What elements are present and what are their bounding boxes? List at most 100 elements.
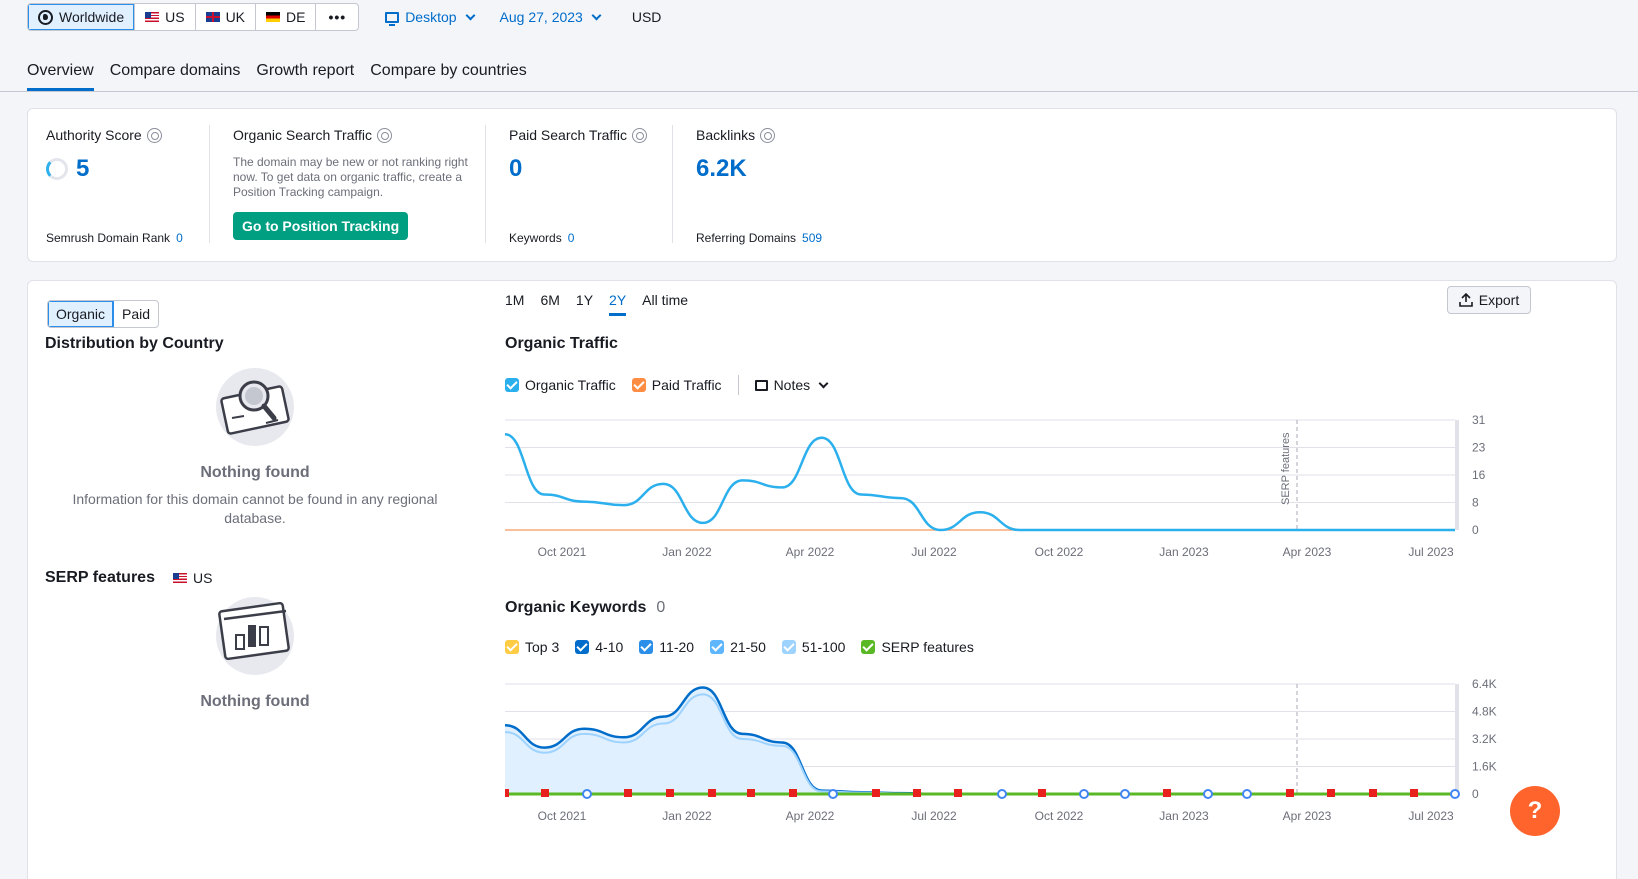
backlinks-value[interactable]: 6.2K <box>696 155 896 183</box>
legend-serp-label: SERP features <box>881 639 974 655</box>
legend-21-50[interactable]: 21-50 <box>710 639 766 655</box>
paid-keywords-value[interactable]: 0 <box>568 231 575 245</box>
db-uk-button[interactable]: UK <box>196 4 257 30</box>
tab-overview[interactable]: Overview <box>27 62 94 91</box>
google-update-icon[interactable] <box>1120 789 1130 799</box>
x-tick-label: Oct 2021 <box>538 809 587 823</box>
x-tick-label: Jan 2023 <box>1159 809 1209 823</box>
info-icon[interactable] <box>632 127 648 143</box>
chevron-down-icon <box>591 10 602 20</box>
legend-4-10-label: 4-10 <box>595 639 624 655</box>
currency-label: USD <box>631 9 662 25</box>
traffic-legend: Organic Traffic Paid Traffic Notes <box>505 375 843 395</box>
info-icon[interactable] <box>146 127 162 143</box>
legend-organic-traffic[interactable]: Organic Traffic <box>505 377 616 393</box>
device-select[interactable]: Desktop <box>385 9 475 26</box>
note-flag-icon[interactable] <box>1038 789 1046 797</box>
checkbox-icon <box>861 640 876 654</box>
keywords-legend: Top 3 4-10 11-20 21-50 51-100 SERP featu… <box>505 639 990 655</box>
note-flag-icon[interactable] <box>1327 789 1335 797</box>
desktop-icon <box>385 11 400 26</box>
legend-11-20[interactable]: 11-20 <box>639 639 694 655</box>
info-icon[interactable] <box>377 127 393 143</box>
domain-rank-value[interactable]: 0 <box>176 231 183 245</box>
authority-ring-icon <box>46 158 68 180</box>
note-flag-icon[interactable] <box>624 789 632 797</box>
export-button[interactable]: Export <box>1447 286 1531 314</box>
note-flag-icon[interactable] <box>541 789 549 797</box>
legend-paid-traffic[interactable]: Paid Traffic <box>631 377 722 393</box>
toggle-organic[interactable]: Organic <box>48 301 115 327</box>
tab-compare-by-countries[interactable]: Compare by countries <box>370 62 527 91</box>
note-flag-icon[interactable] <box>1163 789 1171 797</box>
google-update-icon[interactable] <box>1242 789 1252 799</box>
toggle-paid[interactable]: Paid <box>114 301 158 327</box>
serp-db-label: US <box>192 570 213 586</box>
organic-traffic-chart[interactable]: 0 8 16 23 31 Oct 2021 Jan 2022 Apr 2022 Jul 2022… <box>505 410 1505 570</box>
note-flag-icon[interactable] <box>954 789 962 797</box>
info-icon[interactable] <box>760 127 776 143</box>
period-6m[interactable]: 6M <box>540 292 559 316</box>
legend-top3[interactable]: Top 3 <box>505 639 559 655</box>
note-flag-icon[interactable] <box>913 789 921 797</box>
go-to-position-tracking-button[interactable]: Go to Position Tracking <box>233 212 409 240</box>
note-flag-icon[interactable] <box>708 789 716 797</box>
period-all-time[interactable]: All time <box>642 292 688 316</box>
google-update-icon[interactable] <box>1079 789 1089 799</box>
note-flag-icon[interactable] <box>789 789 797 797</box>
note-flag-icon[interactable] <box>1369 789 1377 797</box>
google-update-icon[interactable] <box>1450 789 1460 799</box>
y-tick-label: 8 <box>1472 496 1479 510</box>
flag-us-icon <box>172 573 187 583</box>
authority-score-value[interactable]: 5 <box>76 155 89 183</box>
google-update-icon[interactable] <box>997 789 1007 799</box>
flag-uk-icon <box>205 12 220 22</box>
period-1m[interactable]: 1M <box>505 292 524 316</box>
serp-empty-title: Nothing found <box>200 693 310 710</box>
paid-keywords: Keywords 0 <box>509 231 574 245</box>
period-2y[interactable]: 2Y <box>609 292 627 316</box>
report-tabs: Overview Compare domains Growth report C… <box>27 62 527 91</box>
y-tick-label: 23 <box>1472 441 1486 455</box>
notes-dropdown[interactable]: Notes <box>754 377 829 393</box>
note-flag-icon[interactable] <box>872 789 880 797</box>
legend-paid-label: Paid Traffic <box>651 377 722 393</box>
google-update-icon[interactable] <box>1203 789 1213 799</box>
note-flag-icon[interactable] <box>1286 789 1294 797</box>
referring-domains-value[interactable]: 509 <box>802 231 822 245</box>
help-button[interactable]: ? <box>1510 786 1560 836</box>
paid-traffic-metric: Paid Search Traffic 0 Keywords 0 <box>509 127 669 245</box>
note-flag-icon[interactable] <box>666 789 674 797</box>
y-tick-label: 31 <box>1472 413 1486 427</box>
legend-51-100[interactable]: 51-100 <box>781 639 845 655</box>
note-flag-icon[interactable] <box>505 789 509 797</box>
paid-traffic-value[interactable]: 0 <box>509 155 669 183</box>
export-label: Export <box>1478 292 1520 308</box>
db-worldwide-button[interactable]: Worldwide <box>28 4 136 30</box>
date-select[interactable]: Aug 27, 2023 <box>500 9 602 25</box>
browser-chart-illustration-icon <box>216 597 294 675</box>
magnifier-illustration-icon <box>216 368 294 446</box>
domain-rank-label: Semrush Domain Rank <box>46 231 171 245</box>
note-flag-icon[interactable] <box>1410 789 1418 797</box>
db-us-button[interactable]: US <box>135 4 196 30</box>
period-1y[interactable]: 1Y <box>576 292 593 316</box>
google-update-icon[interactable] <box>582 789 592 799</box>
y-tick-label: 1.6K <box>1472 760 1497 774</box>
backlinks-metric: Backlinks 6.2K Referring Domains 509 <box>696 127 896 245</box>
tab-growth-report[interactable]: Growth report <box>256 62 354 91</box>
tab-compare-domains[interactable]: Compare domains <box>110 62 241 91</box>
referring-domains-label: Referring Domains <box>696 231 797 245</box>
distribution-empty-title: Nothing found <box>200 464 310 481</box>
db-de-button[interactable]: DE <box>256 4 317 30</box>
legend-4-10[interactable]: 4-10 <box>575 639 623 655</box>
organic-keywords-title: Organic Keywords <box>505 599 647 616</box>
legend-serp-features[interactable]: SERP features <box>861 639 974 655</box>
google-update-icon[interactable] <box>828 789 838 799</box>
note-flag-icon[interactable] <box>747 789 755 797</box>
checkbox-icon <box>505 378 519 392</box>
organic-keywords-chart[interactable]: 0 1.6K 3.2K 4.8K 6.4K Oct 2021 Jan 2022 Apr 202… <box>505 674 1505 834</box>
more-databases-button[interactable]: ••• <box>316 4 358 30</box>
x-tick-label: Jan 2023 <box>1159 545 1209 559</box>
checkbox-icon <box>639 640 654 654</box>
